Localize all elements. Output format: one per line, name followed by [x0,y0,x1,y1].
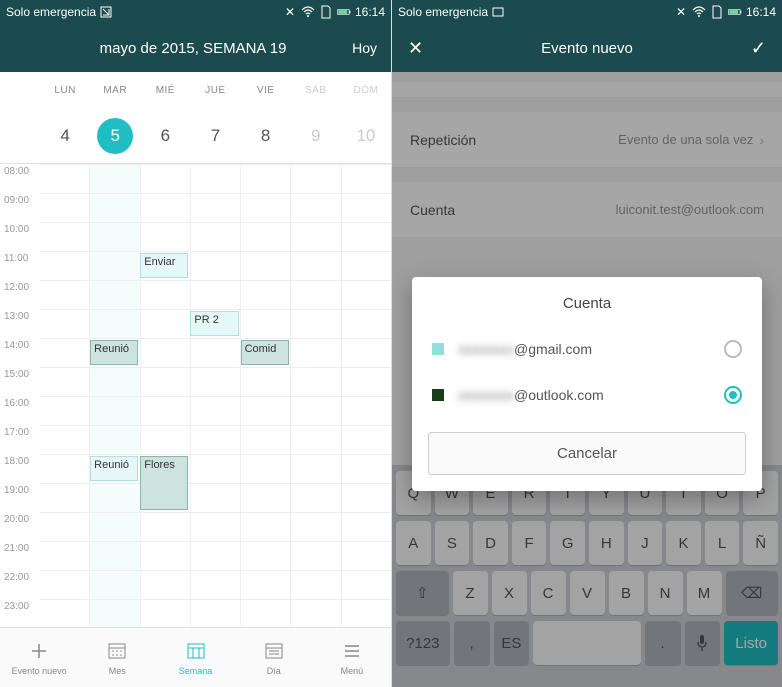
form-area: Repetición Evento de una sola vez › Cuen… [392,72,782,687]
nav-icon [263,640,285,662]
hour-label: 18:00 [0,454,40,483]
confirm-icon[interactable]: ✓ [751,38,766,59]
nav-label: Menú [341,666,364,676]
hour-label: 15:00 [0,367,40,396]
sim-icon [319,5,333,19]
account-color-icon [432,389,444,401]
calendar-title[interactable]: mayo de 2015, SEMANA 19 [34,40,352,57]
carrier-label: Solo emergencia [398,5,488,19]
hour-label: 14:00 [0,338,40,367]
hour-label: 16:00 [0,396,40,425]
cancel-button[interactable]: Cancelar [428,432,746,475]
radio-icon [724,386,742,404]
weekday-label: MAR [90,85,140,96]
clock-label: 16:14 [355,5,385,19]
hour-label: 20:00 [0,512,40,541]
account-name: xxxxxxxx@gmail.com [458,341,724,357]
dialog-title: Cuenta [412,277,762,326]
nav-label: Evento nuevo [12,666,67,676]
calendar-event[interactable]: Enviar [140,253,188,278]
account-option[interactable]: xxxxxxxx@gmail.com [412,326,762,372]
wifi-icon [692,5,706,19]
calendar-event[interactable]: Comid [241,340,289,365]
hour-label: 13:00 [0,309,40,338]
battery-icon [728,5,742,19]
account-option[interactable]: xxxxxxxx@outlook.com [412,372,762,418]
phone-new-event: Solo emergencia ✕ 16:14 ✕ Evento nuevo ✓ [391,0,782,687]
nav-label: Mes [109,666,126,676]
close-icon[interactable]: ✕ [408,38,423,59]
weekday-label: LUN [40,85,90,96]
window-icon [491,5,505,19]
day-number[interactable]: 5 [90,118,140,154]
weekday-label: VIE [241,85,291,96]
weekday-label: SÁB [291,85,341,96]
day-number[interactable]: 7 [190,126,240,146]
calendar-event[interactable]: Reunió [90,340,138,365]
calendar-event[interactable]: Flores [140,456,188,510]
phone-calendar: Solo emergencia ✕ 16:14 mayo de 2015, SE… [0,0,391,687]
silent-icon: ✕ [283,5,297,19]
weekday-label: DOM [341,85,391,96]
daynum-row: 45678910 [0,108,391,164]
nav-icon [185,640,207,662]
radio-icon [724,340,742,358]
account-color-icon [432,343,444,355]
hour-label: 10:00 [0,222,40,251]
hour-label: 22:00 [0,570,40,599]
new-event-header: ✕ Evento nuevo ✓ [392,24,782,72]
nav-label: Día [267,666,281,676]
day-number[interactable]: 9 [291,126,341,146]
calendar-grid[interactable]: 08:0009:0010:0011:0012:0013:0014:0015:00… [0,164,391,627]
weekday-label: MIÉ [140,85,190,96]
carrier-label: Solo emergencia [6,5,96,19]
hour-label: 17:00 [0,425,40,454]
nav-icon [28,640,50,662]
wifi-icon [301,5,315,19]
weekday-row: LUNMARMIÉJUEVIESÁBDOM [0,72,391,108]
clock-label: 16:14 [746,5,776,19]
hour-label: 19:00 [0,483,40,512]
today-button[interactable]: Hoy [352,40,377,56]
hour-label: 09:00 [0,193,40,222]
silent-icon: ✕ [674,5,688,19]
battery-icon [337,5,351,19]
hour-label: 12:00 [0,280,40,309]
calendar-header: mayo de 2015, SEMANA 19 Hoy [0,24,391,72]
expand-icon [99,5,113,19]
bottom-nav: Evento nuevo Mes Semana Día Menú [0,627,391,687]
day-number[interactable]: 8 [241,126,291,146]
hour-label: 21:00 [0,541,40,570]
nav-label: Semana [179,666,213,676]
nav-icon [106,640,128,662]
status-bar: Solo emergencia ✕ 16:14 [392,0,782,24]
hour-label: 23:00 [0,599,40,627]
nav-evento-nuevo[interactable]: Evento nuevo [0,628,78,687]
calendar-event[interactable]: Reunió [90,456,138,481]
nav-día[interactable]: Día [235,628,313,687]
nav-semana[interactable]: Semana [156,628,234,687]
new-event-title: Evento nuevo [423,40,751,57]
weekday-label: JUE [190,85,240,96]
account-dialog: Cuenta xxxxxxxx@gmail.com xxxxxxxx@outloo… [412,277,762,491]
nav-mes[interactable]: Mes [78,628,156,687]
status-bar: Solo emergencia ✕ 16:14 [0,0,391,24]
day-number[interactable]: 10 [341,126,391,146]
day-number[interactable]: 6 [140,126,190,146]
hour-label: 11:00 [0,251,40,280]
hour-label: 08:00 [0,164,40,193]
calendar-event[interactable]: PR 2 [190,311,238,336]
nav-menú[interactable]: Menú [313,628,391,687]
nav-icon [341,640,363,662]
sim-icon [710,5,724,19]
account-name: xxxxxxxx@outlook.com [458,387,724,403]
day-number[interactable]: 4 [40,126,90,146]
